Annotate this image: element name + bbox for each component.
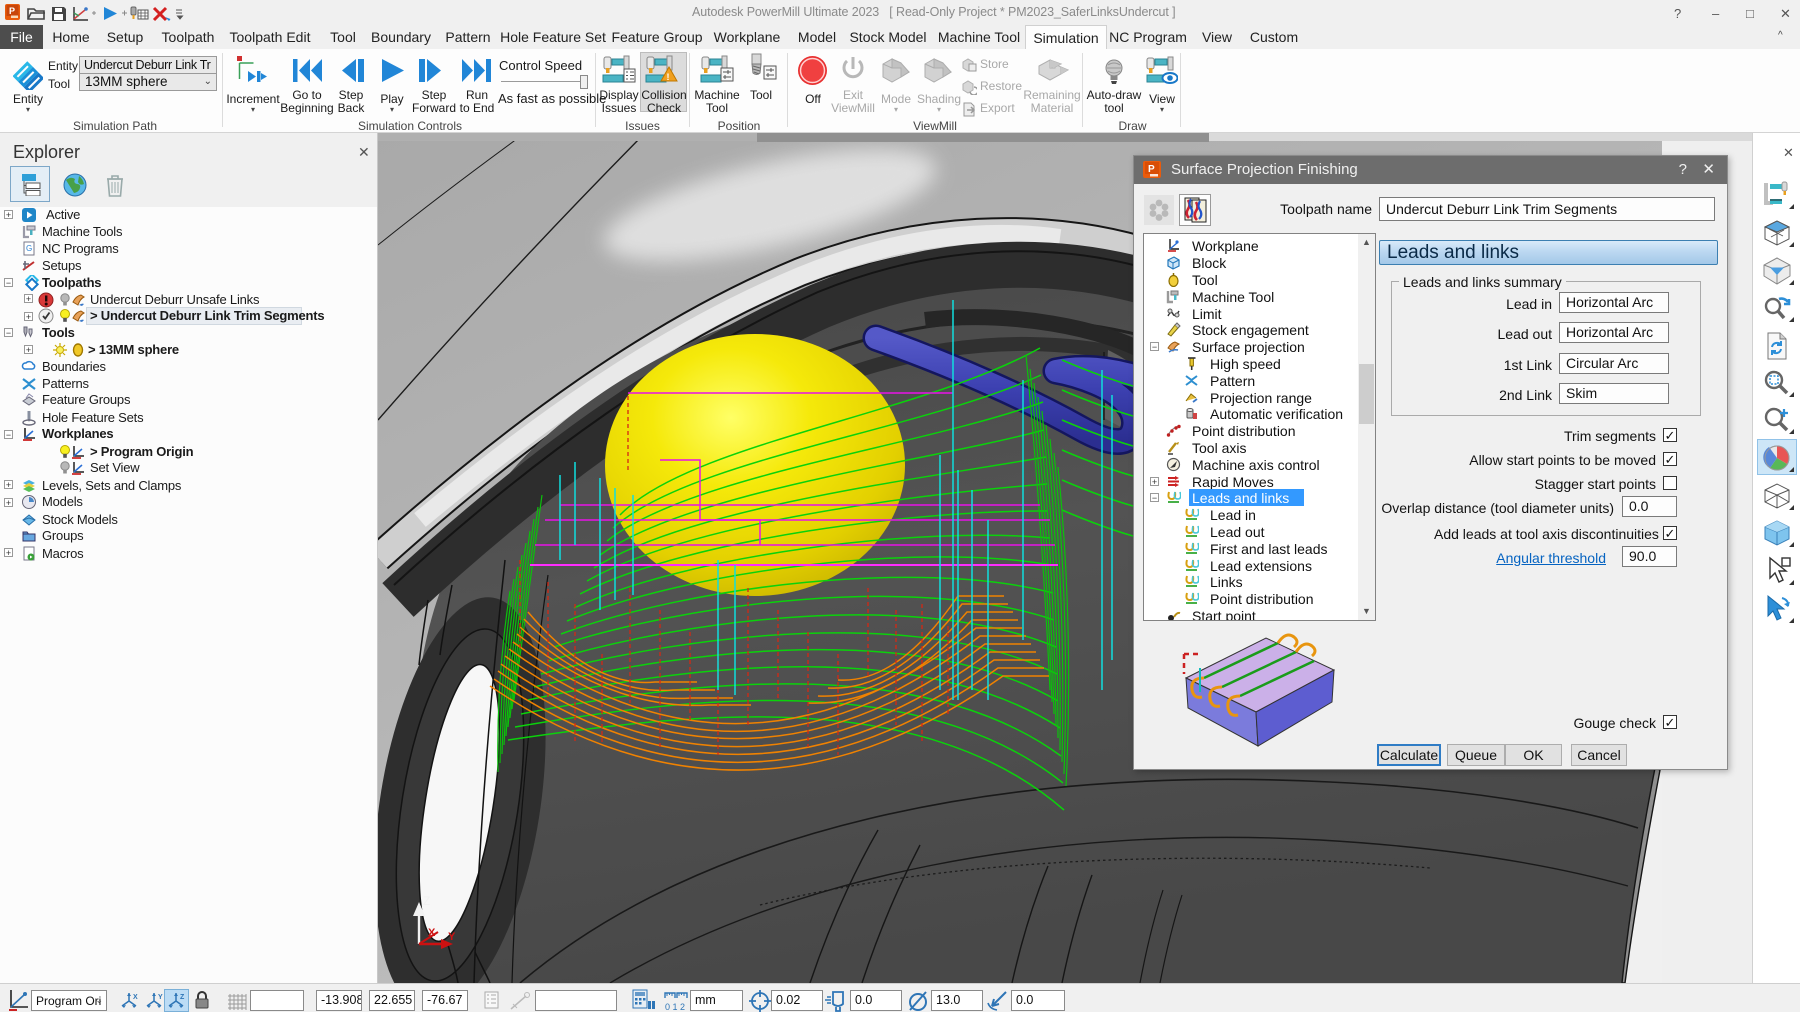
svg-text:P: P (1148, 164, 1155, 175)
svg-text:Z: Z (180, 994, 185, 1001)
svg-text:!: ! (667, 72, 670, 82)
svg-text:Y: Y (158, 994, 163, 1001)
svg-text:X: X (133, 994, 138, 1001)
svg-text:0 1 2: 0 1 2 (665, 1002, 685, 1012)
svg-text:X: X (428, 927, 436, 939)
svg-text:G: G (26, 244, 32, 253)
svg-text:Z: Z (423, 894, 430, 908)
svg-text:Y: Y (448, 931, 456, 943)
svg-text:P: P (9, 6, 15, 16)
